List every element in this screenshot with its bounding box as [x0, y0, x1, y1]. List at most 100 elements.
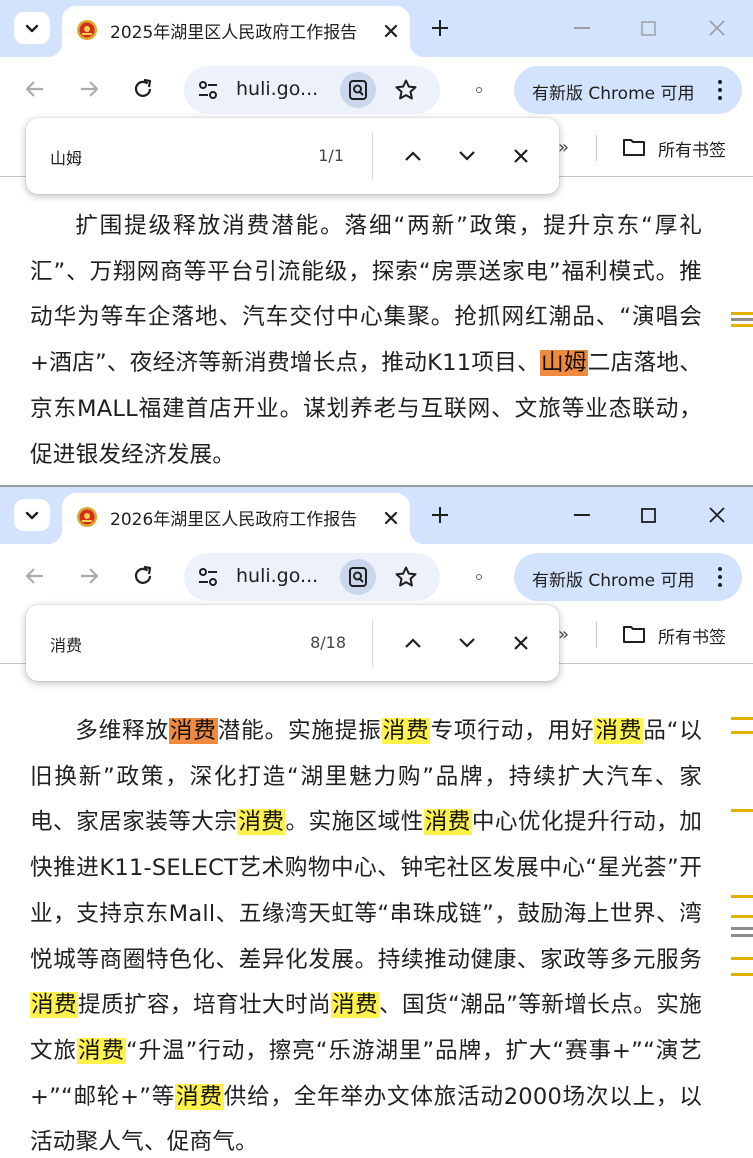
- chrome-update-button[interactable]: 有新版 Chrome 可用: [514, 66, 742, 114]
- find-previous-button[interactable]: [398, 628, 428, 658]
- close-icon: [709, 507, 725, 523]
- chevron-down-icon: [25, 511, 39, 520]
- new-tab-button[interactable]: [426, 14, 454, 42]
- find-next-button[interactable]: [452, 628, 482, 658]
- address-bar[interactable]: huli.go...: [184, 66, 440, 114]
- star-icon: [395, 79, 417, 100]
- extension-icon[interactable]: [476, 574, 482, 580]
- find-match: 消费: [77, 1037, 126, 1064]
- chevron-down-icon: [459, 638, 475, 648]
- find-match-count: 8/18: [310, 633, 346, 652]
- find-match: 消费: [30, 992, 78, 1019]
- more-menu-icon[interactable]: [710, 76, 730, 104]
- bookmark-star-button[interactable]: [390, 74, 422, 106]
- scrollbar-thumb-marker: [731, 934, 753, 937]
- scrollbar-match-marker: [731, 973, 753, 976]
- report-paragraph: 扩围提级释放消费潜能。落细“两新”政策，提升京东“厚礼汇”、万翔网商等平台引流能…: [30, 204, 702, 478]
- maximize-button[interactable]: [628, 497, 668, 533]
- bookmarks-overflow-chevron[interactable]: »: [558, 137, 569, 158]
- tab-title: 2025年湖里区人民政府工作报告: [110, 18, 378, 43]
- chevron-up-icon: [405, 638, 421, 648]
- back-button[interactable]: [20, 74, 50, 104]
- star-icon: [395, 566, 417, 587]
- close-icon: [384, 24, 398, 38]
- find-divider: [372, 619, 373, 667]
- chrome-update-button[interactable]: 有新版 Chrome 可用: [514, 553, 742, 601]
- address-bar[interactable]: huli.go...: [184, 553, 440, 601]
- all-bookmarks-label[interactable]: 所有书签: [658, 623, 726, 648]
- update-label: 有新版 Chrome 可用: [532, 571, 695, 591]
- url-text: huli.go...: [236, 565, 319, 587]
- tab-close-button[interactable]: [378, 18, 404, 44]
- find-match: 消费: [330, 992, 379, 1019]
- maximize-icon: [640, 20, 656, 36]
- reload-icon: [134, 565, 152, 584]
- update-label: 有新版 Chrome 可用: [532, 84, 695, 104]
- page-content: 扩围提级释放消费潜能。落细“两新”政策，提升京东“厚礼汇”、万翔网商等平台引流能…: [30, 204, 702, 478]
- active-tab[interactable]: 2026年湖里区人民政府工作报告: [48, 493, 424, 544]
- chevron-down-icon: [25, 24, 39, 33]
- browser-window-2026: 2026年湖里区人民政府工作报告 huli.go... 有新版 Chrome 可…: [0, 487, 753, 1158]
- bookmarks-overflow-chevron[interactable]: »: [558, 624, 569, 645]
- tab-close-button[interactable]: [378, 505, 404, 531]
- tab-search-button[interactable]: [14, 499, 50, 531]
- active-find-match: 山姆: [539, 350, 588, 377]
- toolbar: huli.go... 有新版 Chrome 可用: [0, 544, 753, 610]
- close-icon: [514, 636, 528, 650]
- close-icon: [709, 20, 725, 36]
- lens-search-icon: [349, 567, 367, 587]
- maximize-button[interactable]: [628, 10, 668, 46]
- plus-icon: [432, 507, 448, 523]
- scrollbar-match-marker: [731, 915, 753, 918]
- close-window-button[interactable]: [697, 10, 737, 46]
- scrollbar-match-marker: [731, 312, 753, 315]
- find-close-button[interactable]: [506, 628, 536, 658]
- find-match: 消费: [381, 718, 431, 744]
- find-next-button[interactable]: [452, 141, 482, 171]
- find-previous-button[interactable]: [398, 141, 428, 171]
- extension-icon[interactable]: [476, 87, 482, 93]
- new-tab-button[interactable]: [426, 501, 454, 529]
- chevron-up-icon: [405, 151, 421, 161]
- reload-button[interactable]: [128, 74, 158, 104]
- tab-strip: 2026年湖里区人民政府工作报告: [0, 487, 753, 544]
- google-lens-button[interactable]: [340, 559, 376, 595]
- back-button[interactable]: [20, 561, 50, 591]
- minimize-button[interactable]: [562, 10, 602, 46]
- find-input[interactable]: [50, 144, 290, 170]
- find-bar: 1/1: [26, 118, 559, 194]
- paragraph-text: 专项行动，用好: [430, 718, 595, 744]
- close-window-button[interactable]: [697, 497, 737, 533]
- close-icon: [514, 149, 528, 163]
- report-paragraph: 多维释放消费潜能。实施提振消费专项行动，用好消费品“以旧换新”政策，深化打造“湖…: [30, 709, 702, 1158]
- scrollbar-match-marker: [731, 731, 753, 734]
- tab-title: 2026年湖里区人民政府工作报告: [110, 505, 378, 530]
- browser-window-2025: 2025年湖里区人民政府工作报告 huli.go... 有新版 Chrome 可…: [0, 0, 753, 487]
- find-close-button[interactable]: [506, 141, 536, 171]
- forward-button[interactable]: [74, 74, 104, 104]
- site-info-button[interactable]: [192, 561, 224, 593]
- paragraph-text: 提质扩容，培育壮大时尚: [78, 992, 331, 1019]
- scrollbar-match-marker: [731, 895, 753, 898]
- bookmark-star-button[interactable]: [390, 561, 422, 593]
- scrollbar-match-marker: [731, 324, 753, 327]
- more-menu-icon[interactable]: [710, 563, 730, 591]
- find-match-count: 1/1: [318, 146, 344, 165]
- national-emblem-icon: [77, 20, 97, 40]
- find-input[interactable]: [50, 631, 290, 657]
- active-tab[interactable]: 2025年湖里区人民政府工作报告: [48, 6, 424, 57]
- close-icon: [384, 511, 398, 525]
- tab-search-button[interactable]: [14, 12, 50, 44]
- site-info-button[interactable]: [192, 74, 224, 106]
- bookmarks-divider: [596, 622, 597, 648]
- reload-button[interactable]: [128, 561, 158, 591]
- minimize-button[interactable]: [562, 497, 602, 533]
- forward-button[interactable]: [74, 561, 104, 591]
- find-bar: 8/18: [26, 605, 559, 681]
- google-lens-button[interactable]: [340, 72, 376, 108]
- all-bookmarks-label[interactable]: 所有书签: [658, 136, 726, 161]
- plus-icon: [432, 20, 448, 36]
- arrow-left-icon: [25, 568, 43, 584]
- scrollbar-match-marker: [731, 957, 753, 960]
- national-emblem-icon: [77, 507, 97, 527]
